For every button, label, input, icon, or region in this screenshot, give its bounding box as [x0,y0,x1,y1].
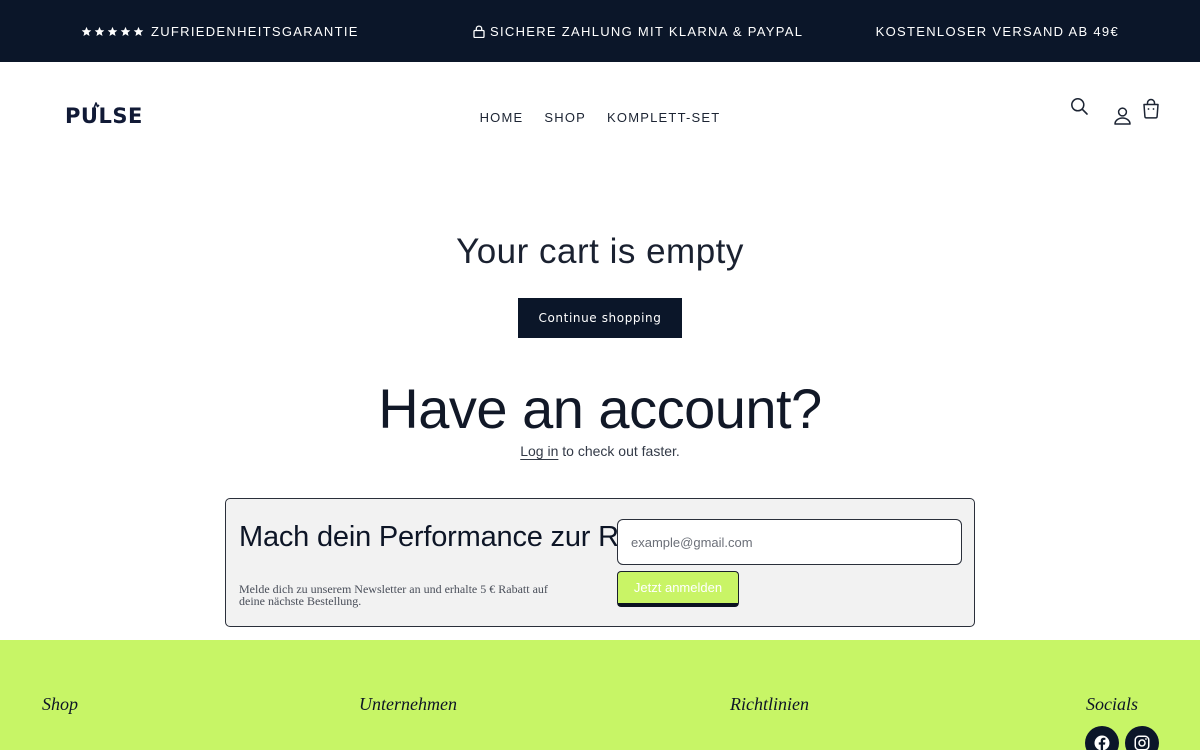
announcement-payment: Sichere Zahlung mit Klarna & PayPal [473,0,803,62]
announcement-shipping: Kostenloser Versand ab 49€ [876,0,1119,62]
site-header: PULSE HOME SHOP KOMPLETT-SET [0,62,1200,170]
nav-home[interactable]: HOME [480,110,524,125]
instagram-icon[interactable] [1125,726,1159,750]
login-suffix: to check out faster. [558,443,680,459]
newsletter-subscribe-button[interactable]: Jetzt anmelden [617,571,739,607]
cart-icon[interactable] [1141,98,1161,119]
main-nav: HOME SHOP KOMPLETT-SET [0,110,1200,125]
search-icon[interactable] [1070,97,1089,116]
nav-shop[interactable]: SHOP [544,110,586,125]
login-link[interactable]: Log in [520,443,558,459]
announcement-guarantee-text: Zufriedenheitsgarantie [151,23,359,39]
have-account-title: Have an account? [378,377,822,440]
star-icon [133,26,144,36]
account-icon[interactable] [1113,107,1132,125]
announcement-bar: Zufriedenheitsgarantie Sichere Zahlung m… [0,0,1200,62]
star-icon [120,26,131,36]
footer-heading-shop: Shop [42,694,78,714]
newsletter-box: Mach dein Performance zur Routine. Melde… [225,498,975,627]
announcement-shipping-text: Kostenloser Versand ab 49€ [875,23,1119,39]
continue-shopping-button[interactable]: Continue shopping [518,298,682,338]
rating-stars [81,26,144,37]
star-icon [107,26,118,36]
newsletter-email-input[interactable] [617,519,962,565]
footer-heading-company: Unternehmen [359,694,457,714]
nav-komplett-set[interactable]: KOMPLETT-SET [607,110,720,125]
star-icon [94,26,105,36]
announcement-guarantee: Zufriedenheitsgarantie [81,0,359,62]
announcement-payment-text: Sichere Zahlung mit Klarna & PayPal [490,23,804,39]
footer-heading-socials: Socials [1086,694,1138,714]
login-line: Log in to check out faster. [0,443,1200,459]
footer-heading-policies: Richtlinien [730,694,809,714]
newsletter-text: Melde dich zu unserem Newsletter an und … [239,582,548,608]
site-footer: Shop Unternehmen Richtlinien Socials [0,640,1200,750]
facebook-icon[interactable] [1085,726,1119,750]
star-icon [81,26,92,36]
empty-cart-title: Your cart is empty [456,232,744,271]
lock-icon [473,25,485,38]
